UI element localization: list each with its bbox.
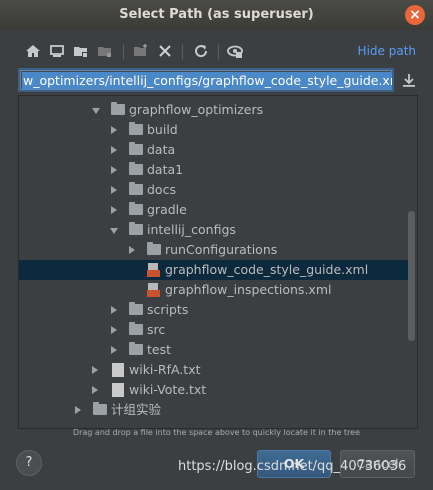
module-folder-icon[interactable] (96, 42, 114, 60)
tree-row[interactable]: runConfigurations (19, 240, 409, 260)
text-file-icon (112, 363, 124, 377)
tree-row-selected[interactable]: graphflow_code_style_guide.xml (19, 260, 409, 280)
tree-row-label: build (147, 122, 178, 137)
chevron-right-icon[interactable] (111, 186, 117, 194)
title-bar: Select Path (as superuser) × (0, 0, 433, 30)
toolbar-separator (182, 44, 183, 60)
tree-row-label: 计组实验 (111, 402, 162, 417)
folder-icon (93, 402, 107, 415)
tree-row[interactable]: intellij_configs (19, 220, 409, 240)
window-title: Select Path (as superuser) (119, 7, 314, 22)
chevron-right-icon[interactable] (129, 246, 135, 254)
toolbar-separator (218, 44, 219, 60)
tree-row[interactable]: wiki-RfA.txt (19, 360, 409, 380)
folder-icon (129, 142, 143, 155)
path-input[interactable]: w_optimizers/intellij_configs/graphflow_… (18, 68, 394, 92)
chevron-right-icon[interactable] (111, 326, 117, 334)
chevron-right-icon[interactable] (111, 146, 117, 154)
folder-icon (129, 182, 143, 195)
chevron-right-icon[interactable] (111, 306, 117, 314)
hide-path-link[interactable]: Hide path (358, 44, 416, 58)
xml-file-icon (147, 263, 160, 277)
tree-row-label: intellij_configs (147, 222, 236, 237)
folder-icon (129, 342, 143, 355)
tree-row[interactable]: data1 (19, 160, 409, 180)
tree-row[interactable]: src (19, 320, 409, 340)
tree-row[interactable]: graphflow_optimizers (19, 100, 409, 120)
folder-icon (129, 202, 143, 215)
folder-icon (129, 302, 143, 315)
xml-file-icon (147, 283, 160, 297)
tree-row[interactable]: gradle (19, 200, 409, 220)
text-file-icon (112, 383, 124, 397)
folder-icon (147, 242, 161, 255)
tree-row-label: graphflow_code_style_guide.xml (165, 262, 369, 277)
desktop-icon[interactable] (48, 42, 66, 60)
folder-icon (129, 122, 143, 135)
tree-row[interactable]: docs (19, 180, 409, 200)
chevron-down-icon[interactable] (92, 108, 100, 114)
tree-row-label: scripts (147, 302, 189, 317)
tree-row-label: docs (147, 182, 176, 197)
tree-row-label: wiki-RfA.txt (129, 362, 201, 377)
new-folder-icon[interactable] (132, 42, 150, 60)
tree-row[interactable]: scripts (19, 300, 409, 320)
tree-row-label: gradle (147, 202, 187, 217)
chevron-right-icon[interactable] (111, 166, 117, 174)
drag-drop-hint: Drag and drop a file into the space abov… (72, 428, 361, 437)
close-icon[interactable]: × (405, 5, 425, 25)
toolbar-separator (123, 44, 124, 60)
tree-row-label: wiki-Vote.txt (129, 382, 207, 397)
tree-row-label: data1 (147, 162, 184, 177)
chevron-right-icon[interactable] (111, 206, 117, 214)
folder-icon (129, 322, 143, 335)
tree-row[interactable]: build (19, 120, 409, 140)
refresh-icon[interactable] (192, 42, 210, 60)
tree-row-label: graphflow_inspections.xml (165, 282, 332, 297)
download-icon[interactable] (400, 71, 418, 89)
tree-row[interactable]: wiki-Vote.txt (19, 380, 409, 400)
chevron-right-icon[interactable] (75, 406, 81, 414)
tree-row[interactable]: 计组实验 (19, 400, 409, 420)
file-tree[interactable]: graphflow_optimizers build data data1 do… (18, 95, 418, 429)
path-input-value: w_optimizers/intellij_configs/graphflow_… (22, 72, 392, 89)
folder-icon (129, 162, 143, 175)
show-hidden-icon[interactable] (226, 42, 244, 60)
chevron-right-icon[interactable] (92, 366, 98, 374)
project-folder-icon[interactable] (72, 42, 90, 60)
help-button[interactable]: ? (16, 450, 42, 476)
tree-row-label: data (147, 142, 176, 157)
tree-row[interactable]: data (19, 140, 409, 160)
tree-row-label: src (147, 322, 166, 337)
folder-icon (129, 222, 143, 235)
chevron-right-icon[interactable] (111, 346, 117, 354)
delete-icon[interactable] (156, 42, 174, 60)
tree-row-label: graphflow_optimizers (129, 102, 264, 117)
chevron-right-icon[interactable] (111, 126, 117, 134)
tree-row[interactable]: test (19, 340, 409, 360)
watermark: https://blog.csdn.net/qq_40736036 (178, 459, 407, 474)
chevron-right-icon[interactable] (92, 386, 98, 394)
home-icon[interactable] (24, 42, 42, 60)
folder-icon (111, 102, 125, 115)
tree-row-label: test (147, 342, 172, 357)
tree-row[interactable]: graphflow_inspections.xml (19, 280, 409, 300)
tree-row-label: runConfigurations (165, 242, 278, 257)
tree-scrollbar[interactable] (408, 211, 415, 341)
chevron-down-icon[interactable] (110, 228, 118, 234)
